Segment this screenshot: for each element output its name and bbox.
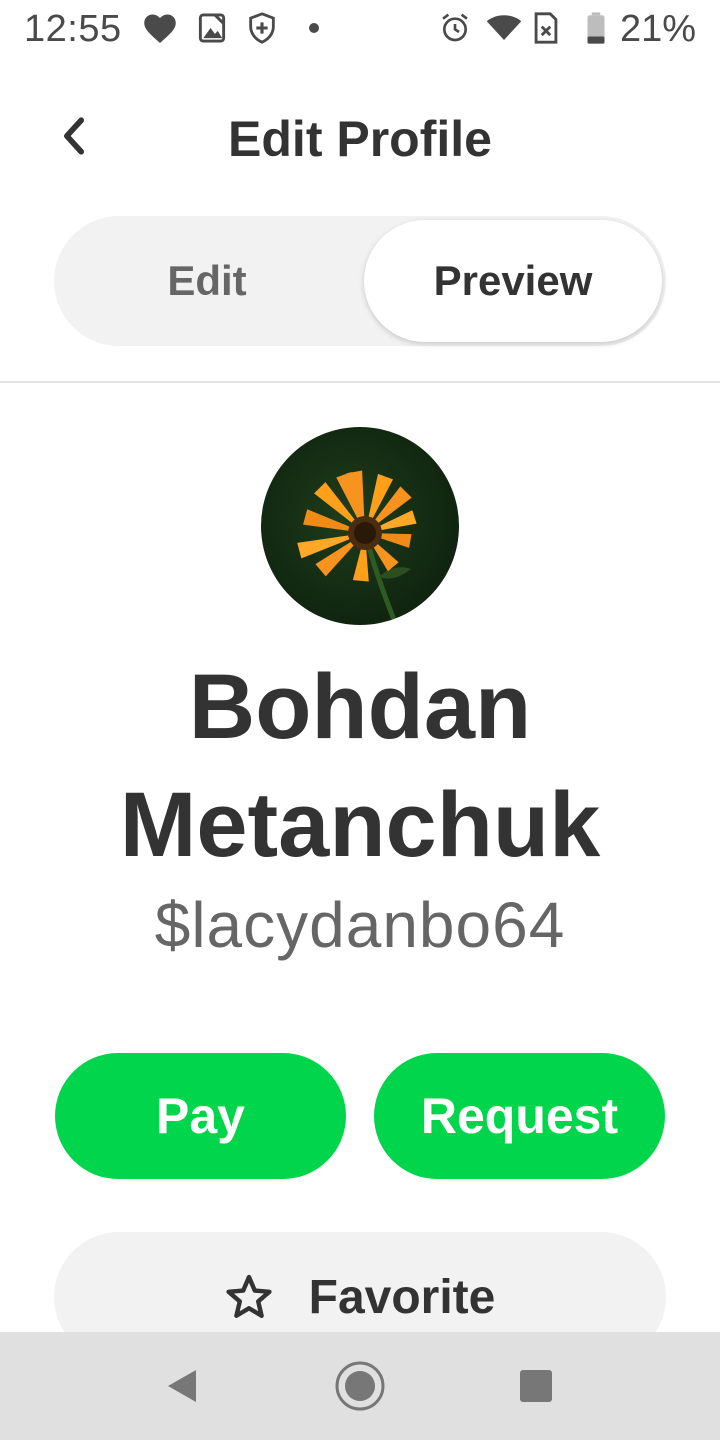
header-divider <box>0 381 720 383</box>
wifi-icon <box>486 10 522 46</box>
nav-home-button[interactable] <box>330 1356 390 1416</box>
cashtag: $lacydanbo64 <box>154 889 566 961</box>
shield-plus-icon <box>244 10 280 46</box>
sim-icon <box>528 10 564 46</box>
status-bar: 12:55 21% <box>0 0 720 60</box>
alarm-icon <box>437 10 473 46</box>
image-icon <box>194 10 230 46</box>
flower-photo <box>297 470 417 625</box>
request-button[interactable]: Request <box>374 1053 665 1179</box>
profile-name: Bohdan Metanchuk <box>119 656 601 876</box>
battery-percent: 21% <box>619 8 696 50</box>
status-time: 12:55 <box>24 8 122 50</box>
battery-icon <box>578 10 614 46</box>
recents-square-icon <box>520 1370 552 1402</box>
nav-back-button[interactable] <box>152 1356 212 1416</box>
nav-recents-button[interactable] <box>506 1356 566 1416</box>
avatar <box>261 427 459 625</box>
dot-icon <box>296 10 332 46</box>
back-triangle-icon <box>168 1370 196 1402</box>
system-nav-bar <box>0 1332 720 1440</box>
home-circle-icon <box>335 1361 385 1411</box>
heart-icon <box>142 10 178 46</box>
tab-preview[interactable]: Preview <box>364 220 662 342</box>
page-title: Edit Profile <box>228 111 492 167</box>
star-icon <box>226 1274 272 1318</box>
pay-button[interactable]: Pay <box>55 1053 346 1179</box>
favorite-label: Favorite <box>308 1270 496 1324</box>
edit-preview-toggle: Edit Preview <box>54 216 666 346</box>
tab-edit[interactable]: Edit <box>54 216 360 346</box>
